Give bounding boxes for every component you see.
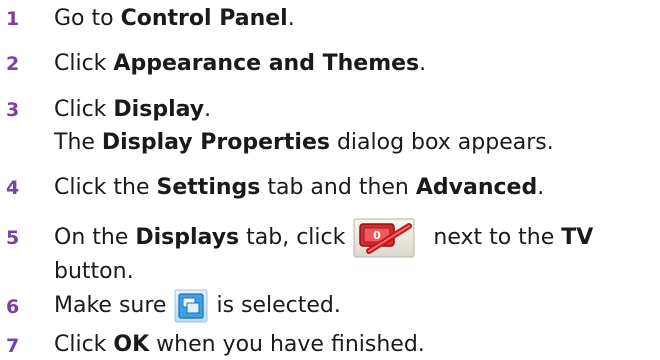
step-number: 4	[6, 177, 20, 199]
step-text-bold2: TV	[561, 225, 594, 250]
step-text-bold: OK	[113, 332, 150, 357]
instruction-steps: 1 Go to Control Panel. 2 Click Appearanc…	[0, 0, 660, 357]
step-text-post: .	[419, 51, 427, 76]
step-number: 3	[6, 99, 20, 121]
step-text-pre: Click	[54, 332, 114, 357]
step-number: 5	[6, 227, 20, 249]
step-text-pre: On the	[54, 225, 136, 250]
step-text-pre: Make sure	[54, 293, 167, 318]
step-text-post: is selected.	[216, 293, 341, 318]
step-number: 2	[6, 53, 20, 75]
step-number: 1	[6, 8, 20, 30]
svg-text:0: 0	[374, 229, 382, 242]
step-text-pre: The	[54, 130, 102, 155]
step-text-bold: Control Panel	[120, 6, 288, 31]
step-text: Click the Settings tab and then Advanced…	[54, 173, 544, 203]
step-text-mid: tab, click	[239, 225, 346, 250]
step-text-pre: Go to	[54, 6, 121, 31]
step-text-after-icon: next to the	[433, 225, 562, 250]
step-text: Click Appearance and Themes.	[54, 49, 426, 79]
step-text: On the Displays tab, click 0 next to the…	[54, 216, 593, 260]
display-window-icon	[174, 289, 208, 323]
step-text-pre: Click	[54, 97, 114, 122]
step-text-post: .	[287, 6, 295, 31]
step-text-post: when you have finished.	[149, 332, 425, 357]
step-text-bold: Display	[113, 97, 205, 122]
step-number: 7	[6, 335, 20, 357]
step-text-bold: Appearance and Themes	[113, 51, 420, 76]
step-text: Click Display.	[54, 95, 211, 125]
step-number: 6	[6, 296, 20, 318]
step-text-continuation: button.	[54, 259, 134, 284]
step-text-post: dialog box appears.	[329, 130, 554, 155]
step-text-line2: The Display Properties dialog box appear…	[54, 128, 554, 158]
step-text: Make sure is selected.	[54, 286, 341, 326]
step-text-bold: Settings	[156, 175, 261, 200]
step-text-bold: Display Properties	[101, 130, 330, 155]
step-text: Go to Control Panel.	[54, 4, 295, 34]
tv-toggle-icon: 0	[353, 218, 415, 258]
step-text-pre: Click	[54, 51, 114, 76]
step-text-mid: tab and then	[260, 175, 416, 200]
step-text-line2: button.	[54, 257, 134, 287]
step-text-bold2: Advanced	[415, 175, 538, 200]
step-text-post: .	[537, 175, 545, 200]
step-text-pre: Click the	[54, 175, 157, 200]
step-text-post: .	[204, 97, 212, 122]
step-text-bold: Displays	[135, 225, 240, 250]
